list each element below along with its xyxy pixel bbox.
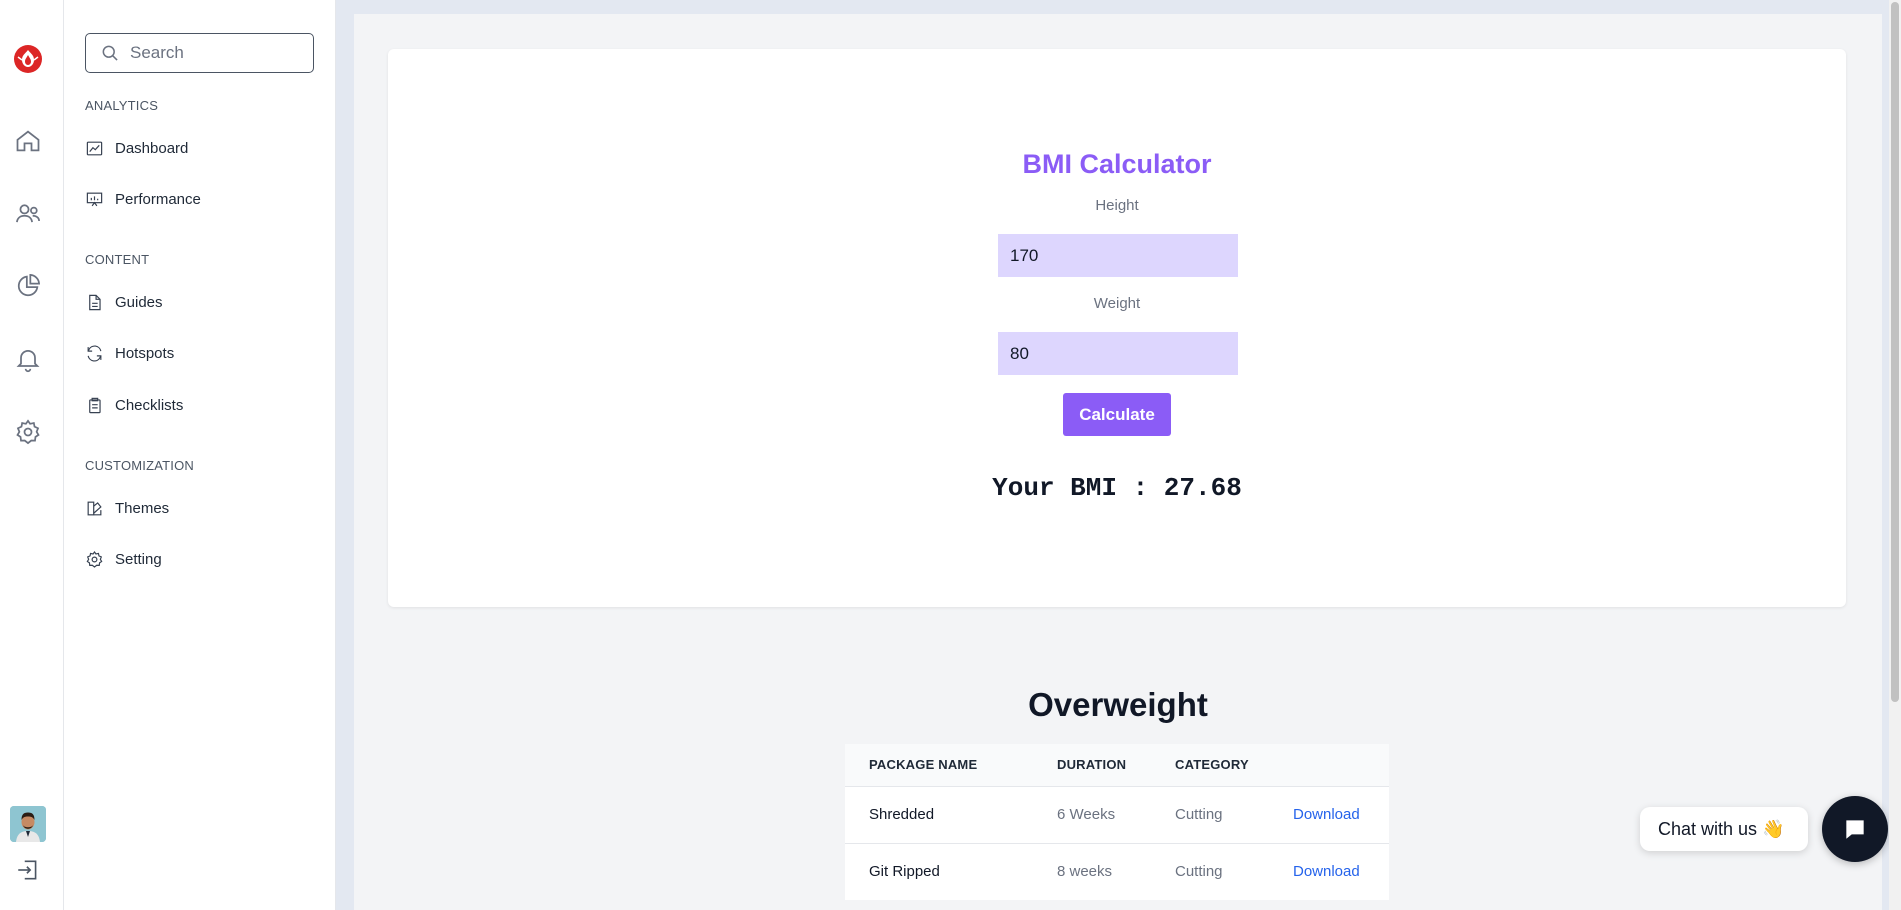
category-cell: Cutting [1151, 842, 1269, 900]
bmi-category-heading: Overweight [1028, 686, 1208, 723]
scrollbar-thumb[interactable] [1891, 2, 1899, 702]
presentation-chart-icon [86, 192, 103, 206]
section-title-content: CONTENT [85, 252, 150, 267]
nav-item-guides[interactable]: Guides [85, 289, 163, 315]
logout-icon[interactable] [15, 857, 41, 883]
search-icon [102, 45, 118, 61]
action-cell: Download [1269, 785, 1389, 843]
page-scrollbar[interactable] [1889, 0, 1901, 910]
nav-item-dashboard[interactable]: Dashboard [85, 135, 188, 161]
chat-bubble-icon [1846, 820, 1864, 839]
weight-label: Weight [1093, 295, 1141, 312]
clipboard-icon [89, 397, 101, 413]
category-cell: Cutting [1151, 785, 1269, 843]
icon-rail [0, 0, 64, 910]
nav-item-themes[interactable]: Themes [85, 495, 169, 521]
bell-icon[interactable] [14, 345, 42, 373]
chat-launcher-button[interactable] [1822, 796, 1888, 862]
gear-icon [86, 550, 103, 568]
main-content: BMI Calculator Height Weight Calculate Y… [354, 14, 1882, 910]
package-name-cell: Git Ripped [845, 842, 1033, 900]
table-row: Git Ripped 8 weeks Cutting Download [845, 842, 1389, 900]
section-title-analytics: ANALYTICS [85, 98, 159, 113]
home-icon[interactable] [14, 127, 42, 155]
refresh-icon [87, 345, 102, 361]
height-input[interactable] [998, 234, 1238, 277]
users-icon[interactable] [14, 200, 42, 228]
nav-item-hotspots[interactable]: Hotspots [85, 340, 174, 366]
column-header-action [1269, 744, 1389, 786]
column-header-category: CATEGORY [1151, 744, 1269, 786]
column-header-package-name: PACKAGE NAME [845, 744, 1033, 786]
nav-item-performance-label: Performance [115, 190, 201, 208]
nav-item-setting-label: Setting [115, 550, 162, 568]
search-box[interactable] [85, 33, 314, 73]
pie-chart-icon[interactable] [14, 272, 42, 300]
chat-prompt-bubble[interactable]: Chat with us 👋 [1640, 807, 1808, 851]
duration-cell: 8 weeks [1033, 842, 1151, 900]
user-avatar[interactable] [10, 806, 46, 842]
package-name-cell: Shredded [845, 785, 1033, 843]
calculator-title: BMI Calculator [1022, 149, 1212, 179]
bmi-result: Your BMI : 27.68 [992, 473, 1242, 503]
nav-item-setting[interactable]: Setting [85, 546, 162, 572]
document-icon [89, 294, 101, 310]
height-label: Height [1095, 197, 1139, 214]
bmi-calculator-card: BMI Calculator Height Weight Calculate Y… [388, 49, 1846, 607]
weight-input[interactable] [998, 332, 1238, 375]
column-header-duration: DURATION [1033, 744, 1151, 786]
chart-line-icon [86, 141, 103, 155]
side-menu: ANALYTICS Dashboard Performance CONTENT … [64, 0, 336, 910]
search-input[interactable] [130, 43, 300, 63]
calculate-button[interactable]: Calculate [1063, 393, 1171, 436]
nav-item-checklists-label: Checklists [115, 396, 184, 414]
nav-item-guides-label: Guides [115, 293, 163, 311]
brand-logo-icon[interactable] [13, 44, 43, 74]
nav-item-dashboard-label: Dashboard [115, 139, 189, 157]
duration-cell: 6 Weeks [1033, 785, 1151, 843]
nav-item-themes-label: Themes [115, 499, 170, 517]
nav-item-hotspots-label: Hotspots [115, 344, 175, 362]
package-table: PACKAGE NAME DURATION CATEGORY Shredded … [845, 744, 1389, 900]
nav-item-performance[interactable]: Performance [85, 186, 201, 212]
action-cell: Download [1269, 842, 1389, 900]
download-link[interactable]: Download [1293, 806, 1360, 823]
palette-icon [87, 501, 102, 515]
nav-item-checklists[interactable]: Checklists [85, 392, 183, 418]
section-title-customization: CUSTOMIZATION [85, 458, 195, 473]
download-link[interactable]: Download [1293, 863, 1360, 880]
table-row: Shredded 6 Weeks Cutting Download [845, 785, 1389, 843]
table-header-row: PACKAGE NAME DURATION CATEGORY [845, 744, 1389, 786]
settings-gear-icon[interactable] [14, 418, 42, 446]
